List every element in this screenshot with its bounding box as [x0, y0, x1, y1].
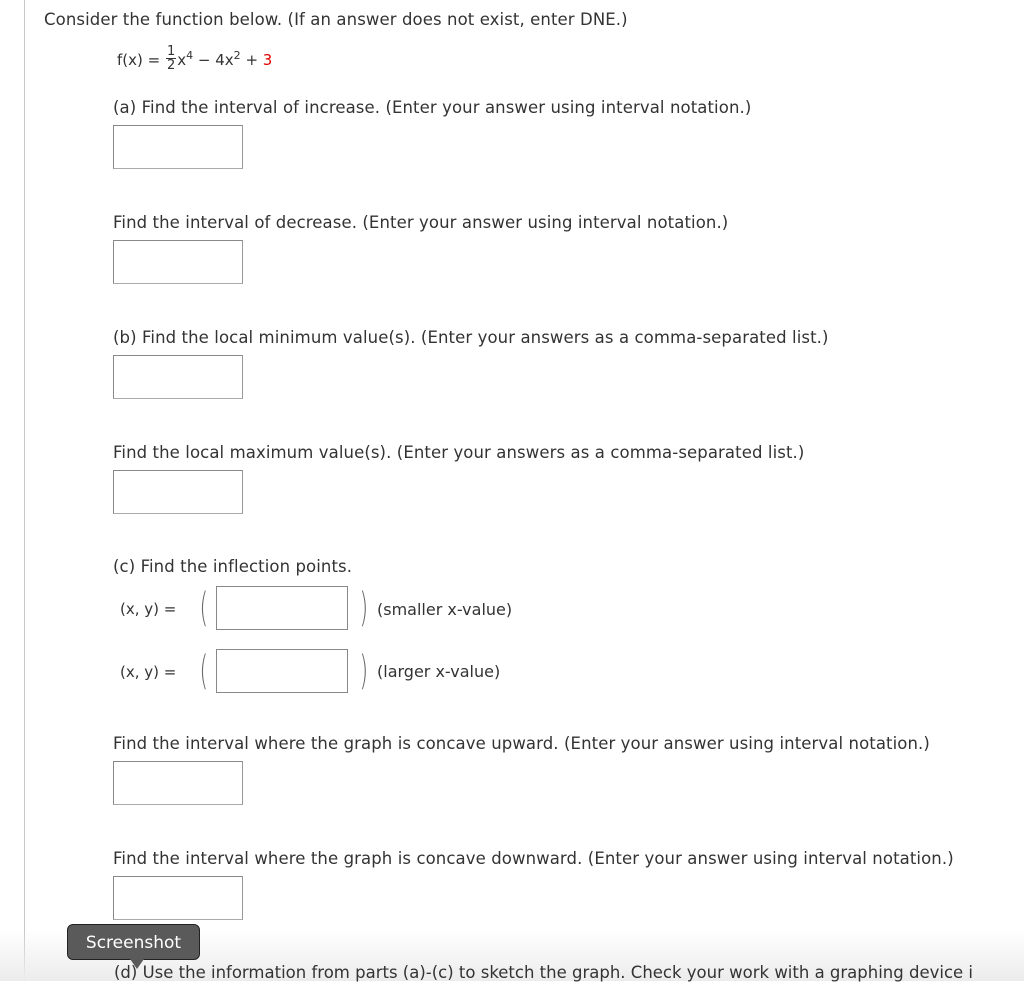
left-border — [24, 0, 25, 981]
screenshot-tooltip: Screenshot — [67, 924, 200, 969]
local-max-input[interactable] — [113, 470, 243, 514]
part-c-inflection-prompt: (c) Find the inflection points. — [113, 557, 353, 576]
part-a-increase-prompt: (a) Find the interval of increase. (Ente… — [113, 98, 752, 117]
local-max-prompt: Find the local maximum value(s). (Enter … — [113, 443, 805, 462]
concave-down-input[interactable] — [113, 876, 243, 920]
fraction-numerator: 1 — [165, 44, 177, 59]
fraction: 12 — [165, 44, 177, 73]
concave-down-prompt: Find the interval where the graph is con… — [113, 849, 954, 868]
decrease-prompt: Find the interval of decrease. (Enter yo… — [113, 213, 729, 232]
xy-label-2: (x, y) = — [120, 663, 177, 681]
close-paren-2: ) — [359, 648, 369, 694]
inflection-larger-input[interactable] — [216, 649, 348, 693]
local-min-input[interactable] — [113, 355, 243, 399]
concave-up-prompt: Find the interval where the graph is con… — [113, 734, 930, 753]
formula-lhs: f(x) = — [117, 51, 165, 69]
open-paren-1: ( — [199, 585, 209, 631]
fraction-denominator: 2 — [166, 58, 176, 73]
constant-term: 3 — [262, 51, 273, 69]
function-formula: f(x) = 1 2 x4 − 4x2 + 3 — [117, 44, 273, 74]
term1: x — [177, 51, 187, 69]
close-paren-1: ) — [359, 585, 369, 631]
increase-interval-input[interactable] — [113, 125, 243, 169]
term2: − 4x — [193, 51, 234, 69]
intro-text: Consider the function below. (If an answ… — [44, 10, 628, 29]
part-b-min-prompt: (b) Find the local minimum value(s). (En… — [113, 328, 829, 347]
decrease-interval-input[interactable] — [113, 240, 243, 284]
inflection-smaller-input[interactable] — [216, 586, 348, 630]
open-paren-2: ( — [199, 648, 209, 694]
concave-up-input[interactable] — [113, 761, 243, 805]
plus-sign: + — [240, 51, 263, 69]
xy-label-1: (x, y) = — [120, 600, 177, 618]
part-d-prompt: (d) Use the information from parts (a)-(… — [114, 963, 974, 982]
term2-exponent: 2 — [233, 49, 241, 62]
smaller-x-label: (smaller x-value) — [377, 600, 513, 619]
larger-x-label: (larger x-value) — [377, 662, 501, 681]
